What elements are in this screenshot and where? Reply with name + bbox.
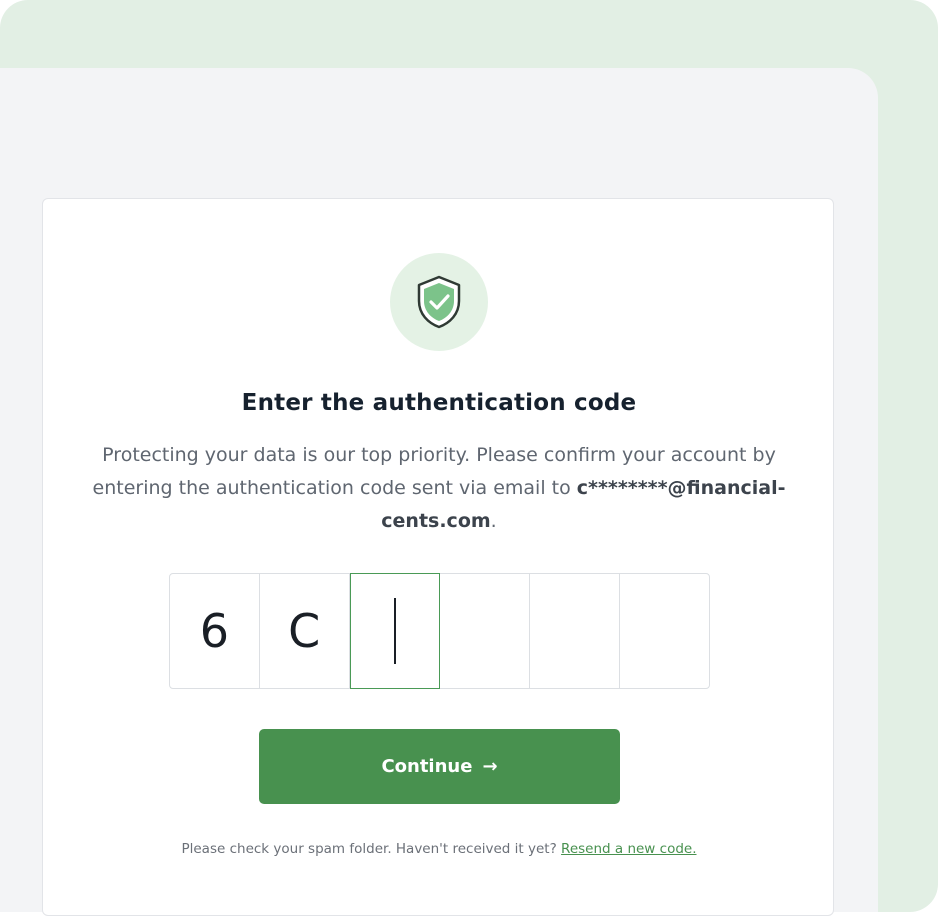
code-digit-3[interactable]	[349, 573, 441, 689]
code-digit-1[interactable]: 6	[170, 574, 260, 688]
spam-folder-note: Please check your spam folder. Haven't r…	[43, 841, 835, 857]
auth-card: Enter the authentication code Protecting…	[42, 198, 834, 916]
shield-badge	[390, 253, 488, 351]
arrow-right-icon: →	[482, 756, 498, 777]
code-digit-2[interactable]: C	[260, 574, 350, 688]
page-title: Enter the authentication code	[241, 390, 637, 416]
auth-description: Protecting your data is our top priority…	[83, 439, 795, 538]
code-input-group: 6 C	[169, 573, 710, 689]
code-digit-6[interactable]	[620, 574, 709, 688]
continue-label: Continue	[381, 756, 473, 777]
code-digit-4[interactable]	[440, 574, 531, 688]
description-period: .	[490, 510, 497, 532]
content-panel: Enter the authentication code Protecting…	[0, 68, 878, 916]
text-caret	[394, 598, 397, 664]
shield-check-icon	[417, 275, 461, 329]
code-digit-5[interactable]	[530, 574, 621, 688]
continue-button[interactable]: Continue →	[259, 729, 620, 804]
footer-text: Please check your spam folder. Haven't r…	[181, 841, 557, 857]
resend-code-link[interactable]: Resend a new code.	[561, 841, 696, 857]
